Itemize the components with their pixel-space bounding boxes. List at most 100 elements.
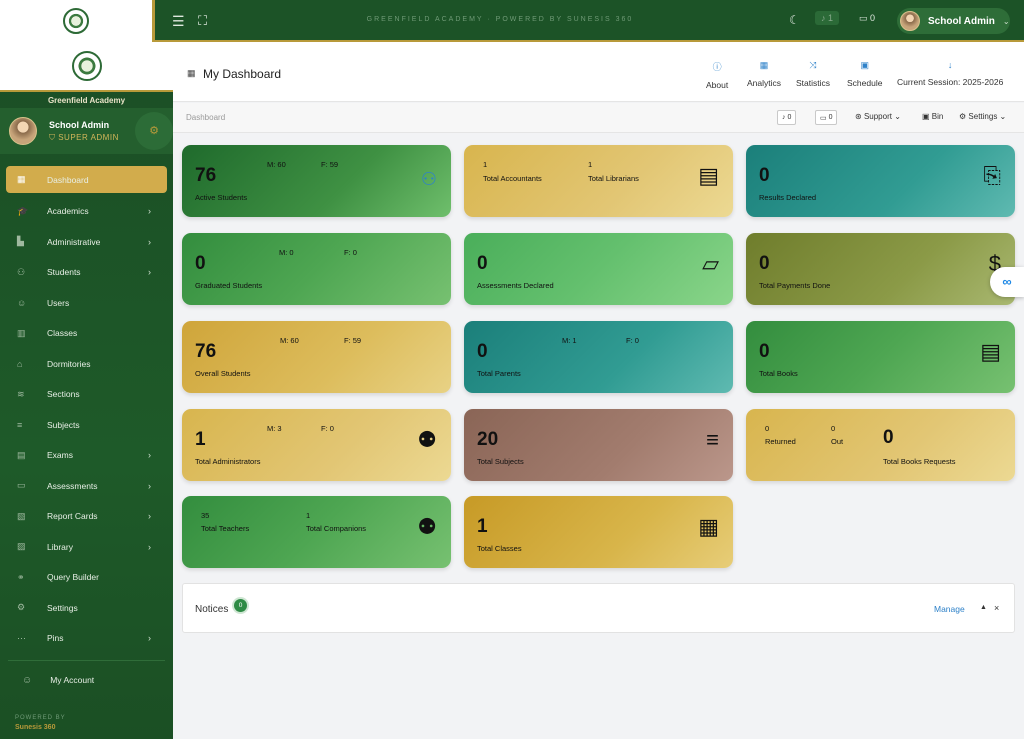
support-dropdown[interactable]: ⊛ Support ⌄ [855,112,901,121]
card-graduated-students[interactable]: 0 M: 0 F: 0 Graduated Students [182,233,451,305]
header-link-label: Analytics [747,78,782,88]
sidebar-item-assessments[interactable]: ▭ Assessments › [0,471,173,502]
library-icon: ▨ [17,541,26,552]
chevron-down-icon: ⌄ [999,112,1007,121]
header-link-schedule[interactable]: ▣ Schedule [847,60,882,88]
menu-toggle-icon[interactable]: ☰ [172,13,185,30]
toolbar: Dashboard ♪ 0 ▭ 0 ⊛ Support ⌄ ▣ Bin ⚙ Se… [173,103,1024,133]
students-group-icon: ⚇ [420,169,437,189]
card-female-count: F: 59 [321,160,339,169]
sidebar-item-dormitories[interactable]: ⌂ Dormitories [0,349,173,380]
sidebar-item-classes[interactable]: ▥ Classes [0,318,173,349]
header-link-session[interactable]: ↓ Current Session: 2025-2026 [897,60,1003,87]
card-teachers-companions[interactable]: 35 Total Teachers 1 Total Companions ⚉ [182,496,451,568]
card-label: Total Subjects [477,457,524,466]
card-active-students[interactable]: 76 M: 60 F: 59 Active Students ⚇ [182,145,451,217]
teachers-label: Total Teachers [201,524,250,533]
chevron-down-icon: ⌄ [894,112,901,121]
alerts-button[interactable]: ♪ 0 [777,110,797,125]
card-total-books[interactable]: 0 Total Books ▤ [746,321,1015,393]
top-logo[interactable] [0,0,155,42]
header-link-about[interactable]: ⓘ About [706,60,728,90]
sidebar-item-subjects[interactable]: ≡ Subjects [0,410,173,441]
classes-icon: ▥ [17,327,26,338]
card-female-count: F: 0 [344,248,357,257]
sidebar-logo[interactable] [0,42,173,92]
card-value: 20 [477,429,499,450]
out-label: Out [831,437,844,446]
sidebar-item-students[interactable]: ⚇ Students › [0,257,173,288]
sidebar-item-administrative[interactable]: ▙ Administrative › [0,227,173,258]
sidebar-item-label: Users [47,297,70,308]
sidebar-item-academics[interactable]: 🎓 Academics › [0,196,173,227]
card-label: Total Books Requests [883,457,956,466]
sidebar-item-report-cards[interactable]: ▧ Report Cards › [0,501,173,532]
card-label: Overall Students [195,369,251,378]
card-accountants-librarians[interactable]: 1 Total Accountants 1 Total Librarians ▤ [464,145,733,217]
close-icon[interactable]: × [994,603,999,613]
dark-mode-toggle-icon[interactable]: ☾ [789,13,800,27]
sidebar-item-settings[interactable]: ⚙ Settings [0,593,173,624]
sidebar-item-users[interactable]: ☺ Users [0,288,173,319]
card-total-payments[interactable]: 0 Total Payments Done $ [746,233,1015,305]
folder-open-icon: ▱ [702,251,719,276]
card-male-count: M: 60 [267,160,286,169]
sidebar-item-my-account[interactable]: ☺ My Account [0,675,173,686]
avatar[interactable] [9,117,37,145]
support-label: Support [863,112,892,121]
notices-manage-link[interactable]: Manage [934,604,965,614]
powered-by: POWERED BY Sunesis 360 [15,713,66,733]
notices-count-badge: 0 [234,599,247,612]
chevron-right-icon: › [148,267,151,278]
card-total-administrators[interactable]: 1 M: 3 F: 0 Total Administrators ⚉ [182,409,451,481]
sidebar-item-exams[interactable]: ▤ Exams › [0,440,173,471]
sidebar-item-label: Assessments [47,480,98,491]
messages-button[interactable]: ▭ 0 [859,13,875,24]
notification-button[interactable]: ♪ 1 [815,11,840,25]
header-link-analytics[interactable]: ▦ Analytics [747,60,781,88]
notices-panel: Notices 0 Manage ▲ × [182,583,1015,633]
layers-icon: ≋ [17,388,25,399]
profile-box: School Admin ⛉ SUPER ADMIN ⚙ [0,108,173,154]
chevron-right-icon: › [148,450,151,461]
fullscreen-icon[interactable]: ⛶ [198,13,207,29]
card-value: 76 [195,341,217,362]
card-total-parents[interactable]: 0 M: 1 F: 0 Total Parents [464,321,733,393]
sidebar-item-label: Query Builder [47,572,99,583]
sidebar-item-dashboard[interactable]: ▦ Dashboard [6,166,167,193]
sidebar-item-label: Settings [47,602,78,613]
breadcrumb[interactable]: Dashboard [186,113,225,122]
card-assessments-declared[interactable]: 0 Assessments Declared ▱ [464,233,733,305]
card-total-classes[interactable]: 1 Total Classes ▦ [464,496,733,568]
chevron-right-icon: › [148,511,151,522]
building-icon: ▦ [698,514,719,539]
user-menu-button[interactable]: School Admin ⌄ [897,8,1010,34]
sidebar-item-library[interactable]: ▨ Library › [0,532,173,563]
card-overall-students[interactable]: 76 M: 60 F: 59 Overall Students [182,321,451,393]
settings-dropdown[interactable]: ⚙ Settings ⌄ [959,112,1006,121]
powered-by-name: Sunesis 360 [15,724,56,731]
sidebar-item-pins[interactable]: ⋯ Pins › [0,623,173,654]
profile-settings-gear-icon[interactable]: ⚙ [135,112,173,150]
card-label: Assessments Declared [477,281,554,290]
sidebar: Greenfield Academy School Admin ⛉ SUPER … [0,42,173,739]
chat-widget-icon[interactable]: ∞ [990,267,1024,297]
school-crest-icon [71,51,102,81]
sidebar-item-label: Library [47,541,73,552]
header-link-statistics[interactable]: ⤨ Statistics [796,60,830,88]
settings-label: Settings [968,112,998,121]
users-icon: ⚉ [417,514,437,539]
card-book-requests[interactable]: 0 Returned 0 Out 0 Total Books Requests [746,409,1015,481]
bin-button[interactable]: ▣ Bin [922,112,943,121]
chevron-right-icon: › [148,541,151,552]
messages-button[interactable]: ▭ 0 [815,110,838,125]
card-results-declared[interactable]: 0 Results Declared ⎘ [746,145,1015,217]
sidebar-item-sections[interactable]: ≋ Sections [0,379,173,410]
card-male-count: M: 60 [280,336,299,345]
card-label: Total Books [759,369,798,378]
collapse-icon[interactable]: ▲ [980,604,987,611]
card-label: Active Students [195,193,248,202]
card-total-subjects[interactable]: 20 Total Subjects ≡ [464,409,733,481]
sidebar-item-query-builder[interactable]: ⚭ Query Builder [0,562,173,593]
report-card-icon: ▧ [17,510,26,521]
